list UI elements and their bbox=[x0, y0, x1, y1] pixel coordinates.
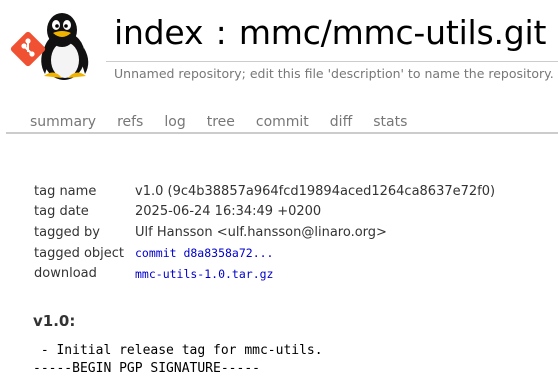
download-link[interactable]: mmc-utils-1.0.tar.gz bbox=[135, 267, 273, 281]
cgit-logo[interactable] bbox=[10, 8, 102, 80]
tag-date-value: 2025-06-24 16:34:49 +0200 bbox=[135, 204, 322, 220]
tag-heading: v1.0: bbox=[33, 312, 76, 330]
tagged-by-value: Ulf Hansson <ulf.hansson@linaro.org> bbox=[135, 224, 387, 240]
tag-name-value: v1.0 (9c4b38857a964fcd19894aced1264ca863… bbox=[135, 183, 496, 199]
tabs-divider bbox=[6, 132, 558, 134]
table-row: tagged by Ulf Hansson <ulf.hansson@linar… bbox=[31, 222, 495, 243]
tab-tree[interactable]: tree bbox=[207, 114, 235, 130]
tag-info-table: tag name v1.0 (9c4b38857a964fcd19894aced… bbox=[31, 181, 495, 284]
tab-commit[interactable]: commit bbox=[256, 114, 309, 130]
tag-date-label: tag date bbox=[34, 204, 89, 220]
tagged-by-label: tagged by bbox=[34, 224, 100, 240]
tagged-object-link[interactable]: commit d8a8358a72... bbox=[135, 246, 273, 260]
tagged-object-label: tagged object bbox=[34, 245, 125, 261]
table-row: tag name v1.0 (9c4b38857a964fcd19894aced… bbox=[31, 181, 495, 202]
title-prefix: index bbox=[114, 13, 204, 52]
page-title: index : mmc/mmc-utils.git bbox=[114, 13, 546, 52]
git-penguin-logo-icon bbox=[10, 13, 89, 80]
repo-description: Unnamed repository; edit this file 'desc… bbox=[114, 66, 554, 81]
tag-message-line: - Initial release tag for mmc-utils. bbox=[33, 343, 323, 358]
header-divider bbox=[106, 61, 558, 62]
nav-tabs: summary refs log tree commit diff stats bbox=[30, 114, 428, 130]
tab-log[interactable]: log bbox=[164, 114, 185, 130]
tab-summary[interactable]: summary bbox=[30, 114, 96, 130]
table-row: tag date 2025-06-24 16:34:49 +0200 bbox=[31, 202, 495, 223]
tab-diff[interactable]: diff bbox=[330, 114, 352, 130]
table-row: download mmc-utils-1.0.tar.gz bbox=[31, 263, 495, 284]
tab-stats[interactable]: stats bbox=[373, 114, 407, 130]
repo-name-link[interactable]: mmc/mmc-utils.git bbox=[239, 13, 547, 52]
title-separator: : bbox=[215, 13, 227, 52]
table-row: tagged object commit d8a8358a72... bbox=[31, 243, 495, 264]
download-label: download bbox=[34, 266, 97, 282]
tag-name-label: tag name bbox=[34, 183, 97, 199]
tab-refs[interactable]: refs bbox=[117, 114, 143, 130]
tag-message-line: -----BEGIN PGP SIGNATURE----- bbox=[33, 361, 260, 376]
